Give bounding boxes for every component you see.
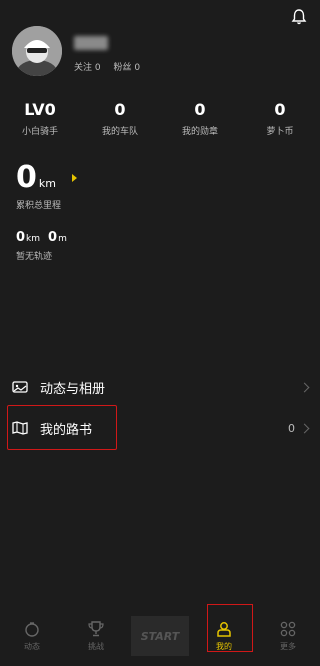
fans-count[interactable]: 粉丝 0 [113, 63, 140, 73]
tab-label: 动态 [24, 642, 40, 651]
feed-icon [25, 622, 39, 637]
follow-count[interactable]: 关注 0 [74, 63, 101, 73]
bottom-tab-bar: 动态 挑战 START 我的 更多 [0, 606, 320, 666]
stat-label: 我的勋章 [181, 127, 218, 137]
stat-level[interactable]: LV0 小白骑手 [0, 100, 80, 137]
distance-value: 0 [16, 160, 37, 195]
profile-header[interactable]: 关注 0 粉丝 0 [12, 26, 140, 76]
tab-feed[interactable]: 动态 [0, 620, 64, 652]
bell-icon[interactable] [290, 8, 308, 26]
photo-album-icon [12, 381, 28, 393]
tab-challenge[interactable]: 挑战 [64, 620, 128, 652]
more-icon [280, 621, 296, 637]
avatar-helmet-icon [12, 26, 62, 76]
stat-label: 小白骑手 [21, 127, 58, 137]
highlight-box-roadbook [7, 405, 117, 450]
highlight-box-mine-tab [207, 604, 253, 652]
stat-label: 我的车队 [101, 127, 138, 137]
stat-value: LV0 [24, 100, 56, 119]
username-blurred [74, 36, 108, 50]
tab-start[interactable]: START [128, 616, 192, 656]
chevron-right-icon [299, 423, 310, 433]
chevron-right-icon [299, 382, 310, 392]
follow-stats: 关注 0 粉丝 0 [74, 60, 150, 73]
stat-value: 0 [114, 100, 126, 119]
distance-label: 累积总里程 [16, 201, 62, 211]
start-button[interactable]: START [131, 616, 189, 656]
stat-coins[interactable]: 0 萝卜币 [240, 100, 320, 137]
tab-label: 挑战 [88, 642, 104, 651]
track-label: 暂无轨迹 [16, 252, 53, 262]
menu-label: 动态与相册 [40, 381, 106, 397]
trophy-icon [88, 621, 104, 637]
track-km-unit: km [26, 234, 41, 244]
stats-row: LV0 小白骑手 0 我的车队 0 我的勋章 0 萝卜币 [0, 100, 320, 137]
roadbook-count: 0 [288, 421, 295, 435]
stat-label: 萝卜币 [266, 127, 294, 137]
track-km-value: 0 [16, 230, 26, 245]
stat-medals[interactable]: 0 我的勋章 [160, 100, 240, 137]
distance-unit: km [38, 177, 56, 190]
tab-more[interactable]: 更多 [256, 620, 320, 652]
stat-value: 0 [274, 100, 286, 119]
track-summary: 0 km 0 m 暂无轨迹 [16, 230, 75, 262]
total-distance[interactable]: 0 km 累积总里程 [16, 162, 77, 211]
tab-label: 更多 [280, 642, 296, 651]
stat-value: 0 [194, 100, 206, 119]
avatar[interactable] [12, 26, 62, 76]
track-m-unit: m [58, 234, 67, 244]
arrow-right-icon [71, 174, 77, 182]
track-m-value: 0 [48, 230, 58, 245]
menu-item-album[interactable]: 动态与相册 [0, 367, 320, 407]
stat-team[interactable]: 0 我的车队 [80, 100, 160, 137]
